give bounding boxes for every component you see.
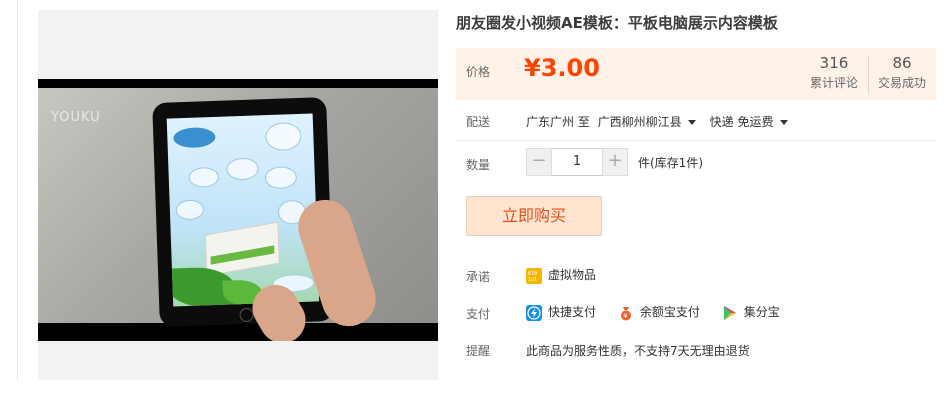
reviews-stat[interactable]: 316 累计评论 <box>804 54 864 91</box>
deals-stat: 86 交易成功 <box>872 54 932 91</box>
payment-items: 快捷支付 ¥ 余额宝支付 集分宝 <box>526 303 798 321</box>
product-gallery[interactable]: YOUKU <box>38 10 438 380</box>
promise-label: 承诺 <box>466 270 491 284</box>
video-frame: YOUKU <box>38 88 438 341</box>
payment-jifenbao-label: 集分宝 <box>743 305 780 319</box>
shipping-destination: 广西柳州柳江县 <box>597 115 682 129</box>
payment-quick-label: 快捷支付 <box>548 305 597 319</box>
video-watermark: YOUKU <box>51 110 101 125</box>
price-label: 价格 <box>466 65 491 79</box>
reviews-count: 316 <box>819 54 849 72</box>
shipping-method-select[interactable]: 快递 免运费 <box>710 115 802 129</box>
product-info: 朋友圈发小视频AE模板：平板电脑展示内容模板 价格 ¥3.00 316 累计评论… <box>456 0 936 402</box>
quantity-label: 数量 <box>466 158 491 172</box>
deals-count: 86 <box>892 54 912 72</box>
quantity-decrease-button[interactable]: − <box>526 148 552 176</box>
deals-label: 交易成功 <box>877 76 926 90</box>
shipping-values: 广东广州 至 广西柳州柳江县 快递 免运费 <box>526 113 802 130</box>
notice-text: 此商品为服务性质，不支持7天无理由退货 <box>526 344 750 358</box>
shipping-method: 快递 免运费 <box>709 115 774 129</box>
chevron-down-icon <box>779 119 788 125</box>
payment-label: 支付 <box>466 307 491 321</box>
shipping-label: 配送 <box>466 115 491 129</box>
svg-text:101: 101 <box>528 277 537 283</box>
promise-virtual-goods[interactable]: 010 101 虚拟物品 <box>526 266 596 284</box>
jifenbao-icon <box>722 305 738 321</box>
promise-items: 010 101 虚拟物品 <box>526 266 614 284</box>
price-value: ¥3.00 <box>524 54 600 82</box>
quantity-increase-button[interactable]: + <box>602 148 628 176</box>
divider <box>456 140 936 141</box>
stock-info: 件(库存1件) <box>638 156 703 170</box>
quantity-input[interactable]: 1 <box>552 148 602 176</box>
product-title: 朋友圈发小视频AE模板：平板电脑展示内容模板 <box>456 14 778 32</box>
shipping-destination-select[interactable]: 广西柳州柳江县 <box>598 115 710 129</box>
shipping-from: 广东广州 至 <box>526 115 590 129</box>
svg-text:¥: ¥ <box>623 312 628 320</box>
reviews-label: 累计评论 <box>809 76 858 90</box>
stat-divider <box>868 56 869 94</box>
money-bag-icon: ¥ <box>618 305 634 321</box>
virtual-goods-icon: 010 101 <box>526 267 542 284</box>
left-divider <box>17 0 18 380</box>
payment-quick[interactable]: 快捷支付 <box>526 303 596 321</box>
payment-yuebao-label: 余额宝支付 <box>639 305 700 319</box>
buy-now-button[interactable]: 立即购买 <box>466 196 602 236</box>
price-panel: 价格 ¥3.00 316 累计评论 86 交易成功 <box>456 48 936 100</box>
notice-label: 提醒 <box>466 344 491 358</box>
lightning-icon <box>526 304 542 321</box>
payment-jifenbao[interactable]: 集分宝 <box>722 303 780 321</box>
tablet-screen <box>166 113 320 307</box>
chevron-down-icon <box>687 119 696 125</box>
payment-yuebao[interactable]: ¥ 余额宝支付 <box>618 303 700 321</box>
video-player[interactable]: YOUKU <box>38 79 438 341</box>
promise-item-label: 虚拟物品 <box>548 268 597 282</box>
